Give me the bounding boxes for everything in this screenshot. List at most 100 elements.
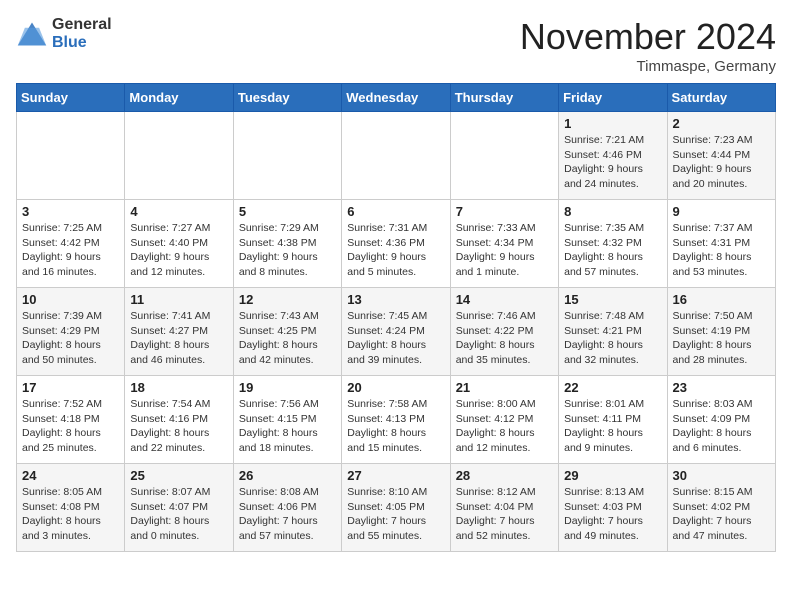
day-info: Sunrise: 7:37 AM Sunset: 4:31 PM Dayligh… — [673, 221, 770, 280]
day-number: 5 — [239, 204, 336, 219]
day-number: 10 — [22, 292, 119, 307]
day-info: Sunrise: 7:21 AM Sunset: 4:46 PM Dayligh… — [564, 133, 661, 192]
header-friday: Friday — [559, 84, 667, 112]
calendar-cell-w4-d6: 23Sunrise: 8:03 AM Sunset: 4:09 PM Dayli… — [667, 376, 775, 464]
day-info: Sunrise: 8:01 AM Sunset: 4:11 PM Dayligh… — [564, 397, 661, 456]
logo-general: General — [52, 16, 112, 33]
day-number: 30 — [673, 468, 770, 483]
calendar-table: Sunday Monday Tuesday Wednesday Thursday… — [16, 83, 776, 552]
day-number: 28 — [456, 468, 553, 483]
day-number: 1 — [564, 116, 661, 131]
day-number: 3 — [22, 204, 119, 219]
header-wednesday: Wednesday — [342, 84, 450, 112]
day-number: 13 — [347, 292, 444, 307]
calendar-cell-w1-d3 — [342, 112, 450, 200]
day-info: Sunrise: 7:52 AM Sunset: 4:18 PM Dayligh… — [22, 397, 119, 456]
calendar-cell-w2-d1: 4 Sunrise: 7:27 AM Sunset: 4:40 PM Daylig… — [125, 200, 233, 288]
logo-blue: Blue — [52, 34, 87, 51]
day-number: 18 — [130, 380, 227, 395]
day-number: 4 — [130, 204, 227, 219]
day-info: Sunrise: 7:58 AM Sunset: 4:13 PM Dayligh… — [347, 397, 444, 456]
day-number: 15 — [564, 292, 661, 307]
calendar-cell-w3-d3: 13 Sunrise: 7:45 AM Sunset: 4:24 PM Dayli… — [342, 288, 450, 376]
day-number: 12 — [239, 292, 336, 307]
week-row-4: 17 Sunrise: 7:52 AM Sunset: 4:18 PM Dayli… — [17, 376, 776, 464]
calendar-body: 1 Sunrise: 7:21 AM Sunset: 4:46 PM Daylig… — [17, 112, 776, 552]
calendar-cell-w4-d3: 20 Sunrise: 7:58 AM Sunset: 4:13 PM Dayli… — [342, 376, 450, 464]
calendar-cell-w5-d6: 30 Sunrise: 8:15 AM Sunset: 4:02 PM Dayli… — [667, 464, 775, 552]
day-info: Sunrise: 7:48 AM Sunset: 4:21 PM Dayligh… — [564, 309, 661, 368]
calendar-cell-w1-d6: 2Sunrise: 7:23 AM Sunset: 4:44 PM Daylig… — [667, 112, 775, 200]
calendar-cell-w4-d4: 21Sunrise: 8:00 AM Sunset: 4:12 PM Dayli… — [450, 376, 558, 464]
calendar-cell-w3-d6: 16Sunrise: 7:50 AM Sunset: 4:19 PM Dayli… — [667, 288, 775, 376]
calendar-cell-w1-d5: 1 Sunrise: 7:21 AM Sunset: 4:46 PM Daylig… — [559, 112, 667, 200]
day-number: 21 — [456, 380, 553, 395]
day-info: Sunrise: 7:31 AM Sunset: 4:36 PM Dayligh… — [347, 221, 444, 280]
calendar-cell-w2-d4: 7Sunrise: 7:33 AM Sunset: 4:34 PM Daylig… — [450, 200, 558, 288]
day-info: Sunrise: 8:05 AM Sunset: 4:08 PM Dayligh… — [22, 485, 119, 544]
calendar-cell-w3-d4: 14 Sunrise: 7:46 AM Sunset: 4:22 PM Dayli… — [450, 288, 558, 376]
calendar-cell-w5-d1: 25 Sunrise: 8:07 AM Sunset: 4:07 PM Dayli… — [125, 464, 233, 552]
day-number: 23 — [673, 380, 770, 395]
day-number: 29 — [564, 468, 661, 483]
day-number: 7 — [456, 204, 553, 219]
day-info: Sunrise: 7:23 AM Sunset: 4:44 PM Dayligh… — [673, 133, 770, 192]
day-info: Sunrise: 7:46 AM Sunset: 4:22 PM Dayligh… — [456, 309, 553, 368]
header-sunday: Sunday — [17, 84, 125, 112]
calendar-cell-w1-d4 — [450, 112, 558, 200]
day-number: 6 — [347, 204, 444, 219]
day-number: 9 — [673, 204, 770, 219]
day-number: 16 — [673, 292, 770, 307]
day-info: Sunrise: 7:43 AM Sunset: 4:25 PM Dayligh… — [239, 309, 336, 368]
calendar-cell-w5-d0: 24Sunrise: 8:05 AM Sunset: 4:08 PM Dayli… — [17, 464, 125, 552]
month-title: November 2024 — [520, 16, 776, 58]
day-number: 26 — [239, 468, 336, 483]
calendar-cell-w2-d3: 6 Sunrise: 7:31 AM Sunset: 4:36 PM Daylig… — [342, 200, 450, 288]
day-info: Sunrise: 8:10 AM Sunset: 4:05 PM Dayligh… — [347, 485, 444, 544]
calendar-header-row: Sunday Monday Tuesday Wednesday Thursday… — [17, 84, 776, 112]
day-number: 22 — [564, 380, 661, 395]
day-info: Sunrise: 8:13 AM Sunset: 4:03 PM Dayligh… — [564, 485, 661, 544]
week-row-5: 24Sunrise: 8:05 AM Sunset: 4:08 PM Dayli… — [17, 464, 776, 552]
day-info: Sunrise: 8:15 AM Sunset: 4:02 PM Dayligh… — [673, 485, 770, 544]
calendar-cell-w1-d0 — [17, 112, 125, 200]
calendar-cell-w2-d5: 8Sunrise: 7:35 AM Sunset: 4:32 PM Daylig… — [559, 200, 667, 288]
logo-icon — [16, 20, 48, 48]
week-row-3: 10 Sunrise: 7:39 AM Sunset: 4:29 PM Dayli… — [17, 288, 776, 376]
day-info: Sunrise: 8:12 AM Sunset: 4:04 PM Dayligh… — [456, 485, 553, 544]
calendar-cell-w1-d2 — [233, 112, 341, 200]
calendar-cell-w4-d0: 17 Sunrise: 7:52 AM Sunset: 4:18 PM Dayli… — [17, 376, 125, 464]
calendar-cell-w2-d2: 5 Sunrise: 7:29 AM Sunset: 4:38 PM Daylig… — [233, 200, 341, 288]
day-number: 20 — [347, 380, 444, 395]
day-info: Sunrise: 7:54 AM Sunset: 4:16 PM Dayligh… — [130, 397, 227, 456]
day-number: 11 — [130, 292, 227, 307]
header-thursday: Thursday — [450, 84, 558, 112]
calendar-cell-w3-d0: 10 Sunrise: 7:39 AM Sunset: 4:29 PM Dayli… — [17, 288, 125, 376]
day-info: Sunrise: 7:27 AM Sunset: 4:40 PM Dayligh… — [130, 221, 227, 280]
day-info: Sunrise: 8:07 AM Sunset: 4:07 PM Dayligh… — [130, 485, 227, 544]
day-number: 17 — [22, 380, 119, 395]
day-number: 14 — [456, 292, 553, 307]
calendar-cell-w1-d1 — [125, 112, 233, 200]
day-info: Sunrise: 8:08 AM Sunset: 4:06 PM Dayligh… — [239, 485, 336, 544]
day-number: 25 — [130, 468, 227, 483]
calendar-cell-w2-d0: 3 Sunrise: 7:25 AM Sunset: 4:42 PM Daylig… — [17, 200, 125, 288]
calendar-cell-w4-d2: 19Sunrise: 7:56 AM Sunset: 4:15 PM Dayli… — [233, 376, 341, 464]
day-number: 19 — [239, 380, 336, 395]
week-row-1: 1 Sunrise: 7:21 AM Sunset: 4:46 PM Daylig… — [17, 112, 776, 200]
header-saturday: Saturday — [667, 84, 775, 112]
calendar-cell-w2-d6: 9 Sunrise: 7:37 AM Sunset: 4:31 PM Daylig… — [667, 200, 775, 288]
day-info: Sunrise: 7:41 AM Sunset: 4:27 PM Dayligh… — [130, 309, 227, 368]
header-tuesday: Tuesday — [233, 84, 341, 112]
day-info: Sunrise: 7:45 AM Sunset: 4:24 PM Dayligh… — [347, 309, 444, 368]
calendar-cell-w4-d1: 18 Sunrise: 7:54 AM Sunset: 4:16 PM Dayli… — [125, 376, 233, 464]
calendar-cell-w4-d5: 22 Sunrise: 8:01 AM Sunset: 4:11 PM Dayli… — [559, 376, 667, 464]
day-number: 27 — [347, 468, 444, 483]
week-row-2: 3 Sunrise: 7:25 AM Sunset: 4:42 PM Daylig… — [17, 200, 776, 288]
day-info: Sunrise: 7:25 AM Sunset: 4:42 PM Dayligh… — [22, 221, 119, 280]
day-info: Sunrise: 7:39 AM Sunset: 4:29 PM Dayligh… — [22, 309, 119, 368]
calendar-cell-w5-d3: 27 Sunrise: 8:10 AM Sunset: 4:05 PM Dayli… — [342, 464, 450, 552]
calendar-cell-w5-d2: 26 Sunrise: 8:08 AM Sunset: 4:06 PM Dayli… — [233, 464, 341, 552]
calendar-cell-w3-d2: 12 Sunrise: 7:43 AM Sunset: 4:25 PM Dayli… — [233, 288, 341, 376]
day-info: Sunrise: 7:29 AM Sunset: 4:38 PM Dayligh… — [239, 221, 336, 280]
